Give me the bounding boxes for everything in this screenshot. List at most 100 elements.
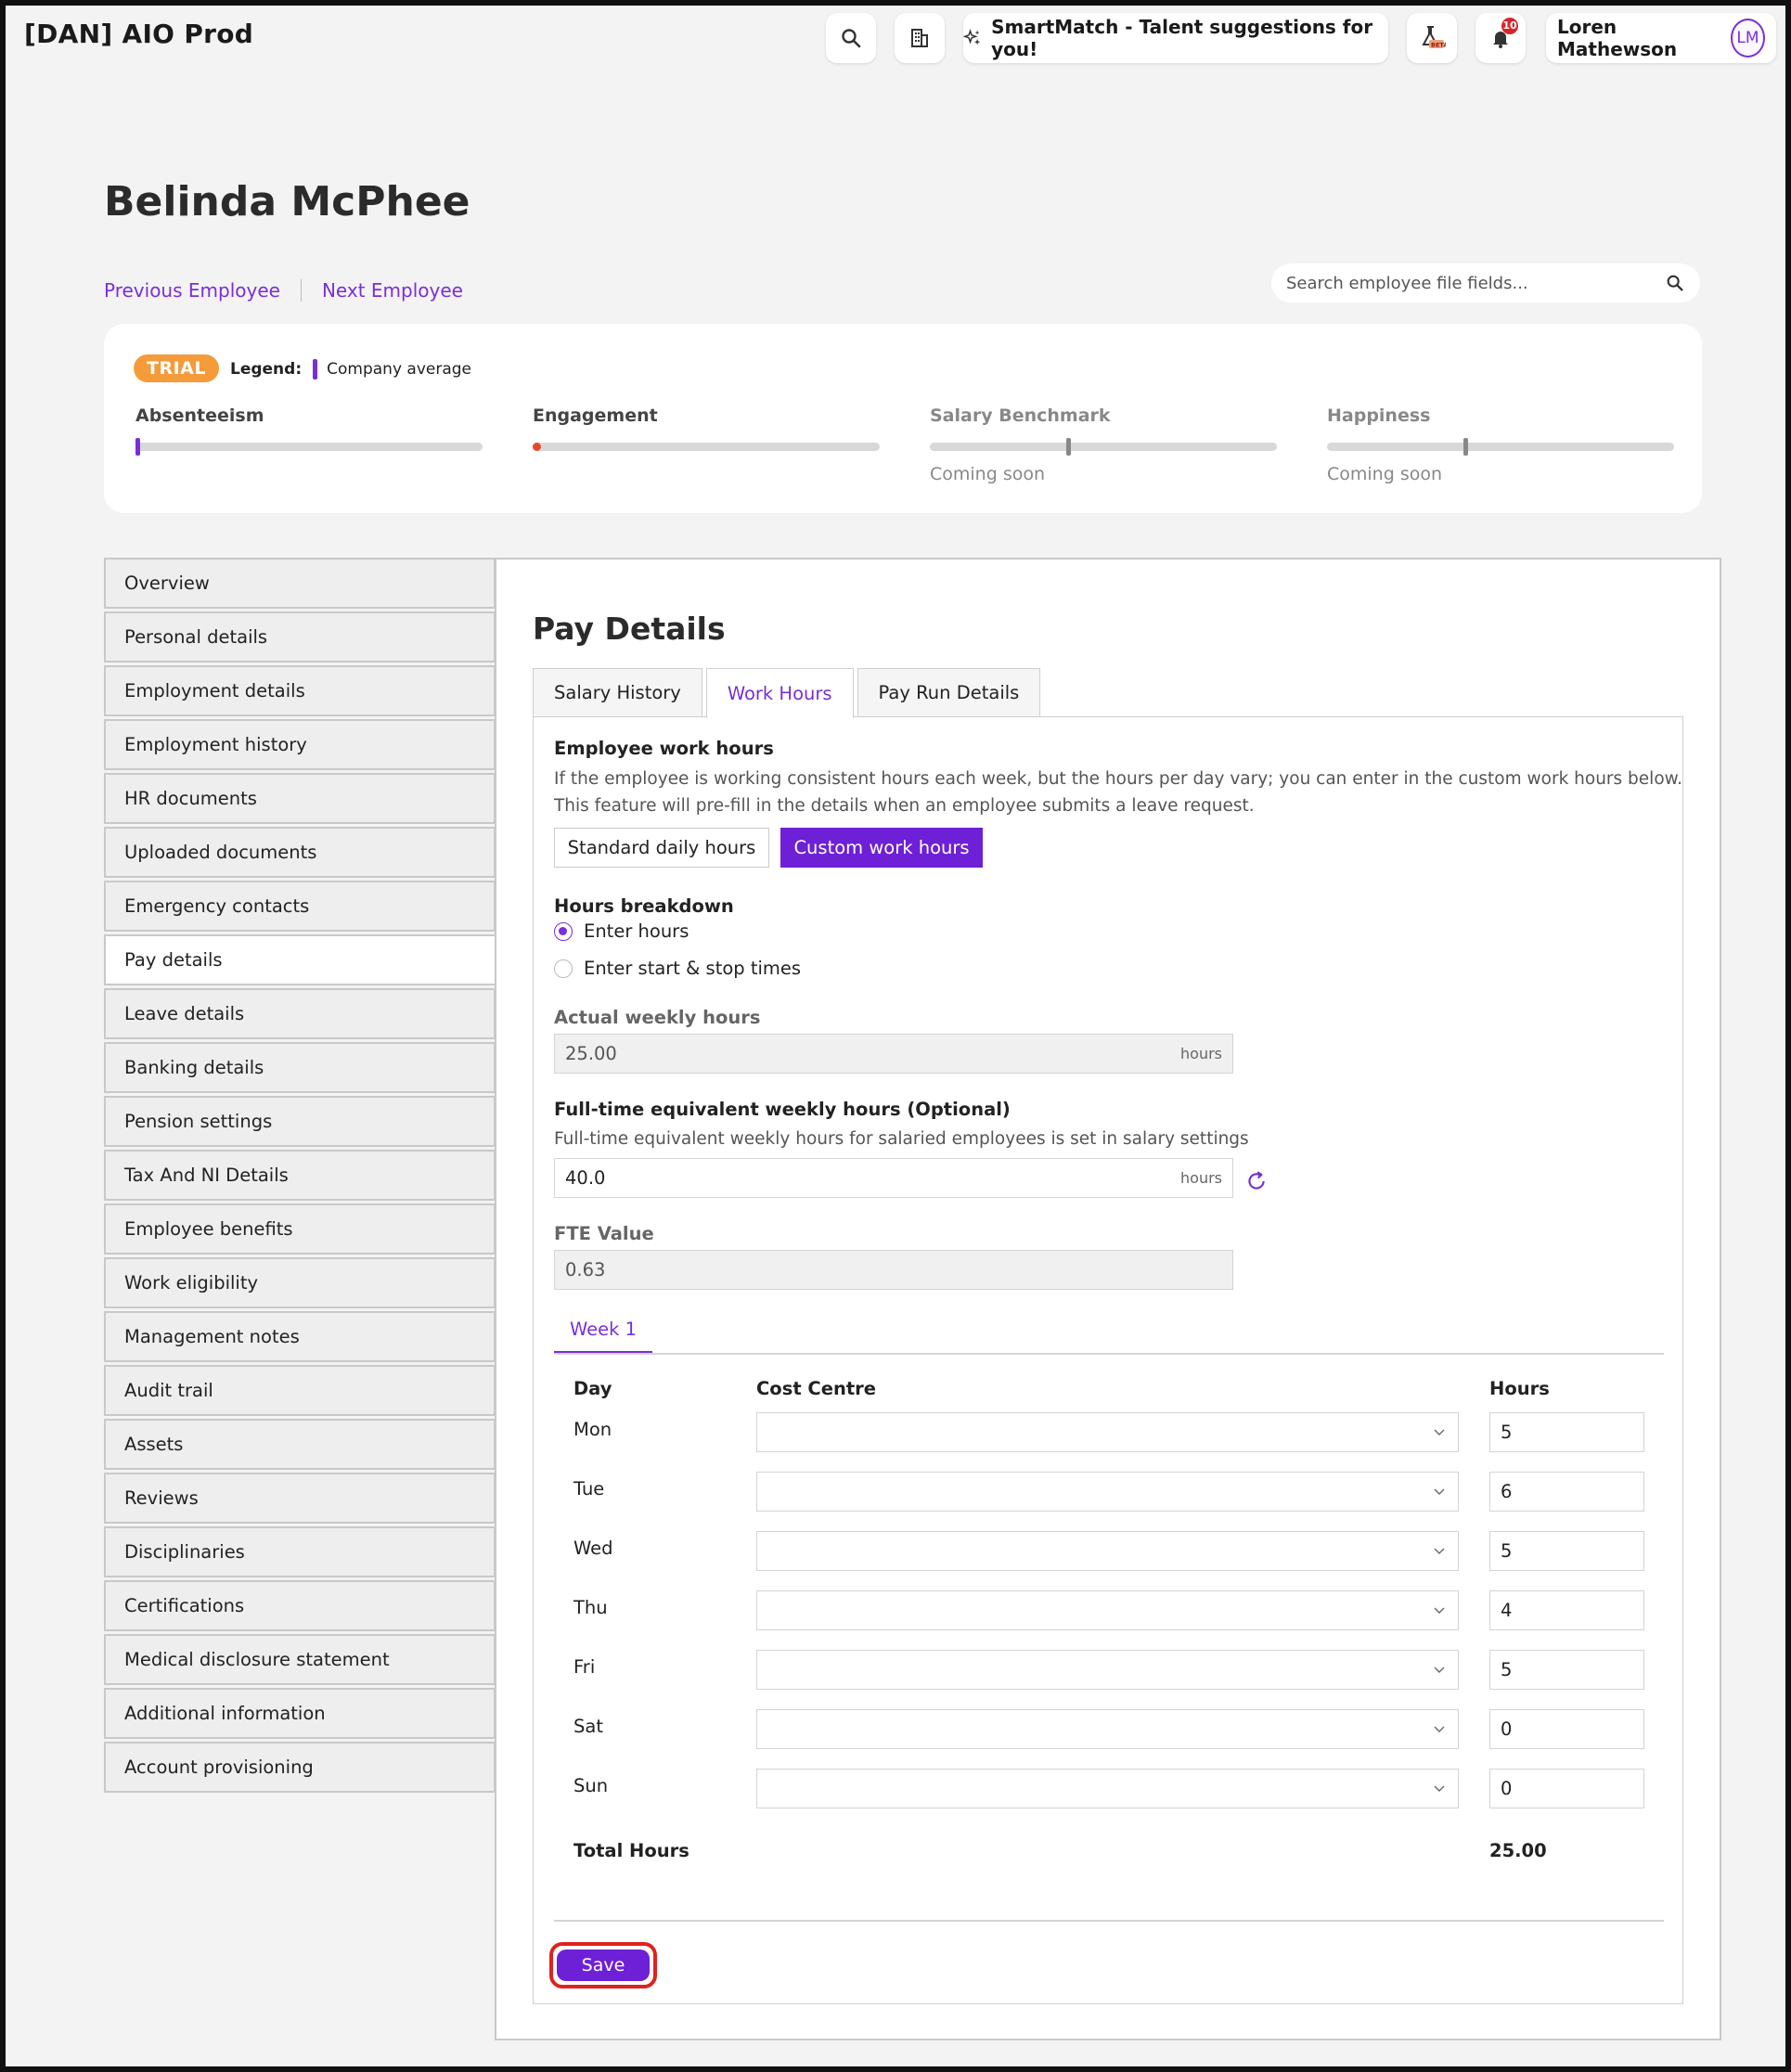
employee-navigation: Previous Employee Next Employee: [104, 279, 463, 302]
fte-weekly-hours-help: Full-time equivalent weekly hours for sa…: [554, 1129, 1249, 1149]
sidebar-item-account-provisioning[interactable]: Account provisioning: [104, 1742, 496, 1793]
sidebar-item-assets[interactable]: Assets: [104, 1419, 496, 1470]
notifications-count-badge: 10: [1501, 18, 1518, 34]
day-label-mon: Mon: [573, 1419, 612, 1440]
sidebar-item-work-eligibility[interactable]: Work eligibility: [104, 1257, 496, 1308]
radio-unselected-icon[interactable]: [554, 959, 573, 978]
pay-details-panel: Pay Details Salary History Work Hours Pa…: [495, 558, 1721, 2040]
tab-work-hours[interactable]: Work Hours: [705, 668, 854, 718]
sidebar-item-emergency-contacts[interactable]: Emergency contacts: [104, 881, 496, 932]
company-button[interactable]: [895, 13, 945, 63]
metric-note: Coming soon: [1327, 464, 1443, 484]
search-input[interactable]: [1286, 273, 1665, 293]
hours-input-tue[interactable]: 6: [1489, 1472, 1644, 1512]
beta-labs-button[interactable]: BETA: [1407, 13, 1457, 63]
hours-input-mon[interactable]: 5: [1489, 1412, 1644, 1452]
day-label-tue: Tue: [573, 1478, 605, 1499]
previous-employee-link[interactable]: Previous Employee: [104, 279, 280, 302]
sidebar-item-hr-documents[interactable]: HR documents: [104, 773, 496, 824]
employee-sections-sidebar: Overview Personal details Employment det…: [104, 558, 497, 1795]
cost-centre-select-wed[interactable]: [756, 1531, 1459, 1571]
radio-enter-hours[interactable]: Enter hours: [554, 920, 689, 942]
tab-week-1[interactable]: Week 1: [554, 1319, 652, 1353]
sparkle-icon: [963, 29, 981, 45]
cost-centre-select-thu[interactable]: [756, 1590, 1459, 1630]
company-average-marker: [1066, 438, 1071, 456]
total-hours-label: Total Hours: [573, 1840, 689, 1861]
metric-absenteeism: Absenteeism: [135, 405, 483, 456]
sidebar-item-employee-benefits[interactable]: Employee benefits: [104, 1203, 496, 1255]
search-icon[interactable]: [1665, 273, 1685, 293]
sidebar-item-medical-disclosure[interactable]: Medical disclosure statement: [104, 1634, 496, 1685]
chevron-down-icon: [1434, 1488, 1445, 1495]
metric-track: [135, 438, 483, 456]
sidebar-item-employment-history[interactable]: Employment history: [104, 719, 496, 770]
tab-pay-run-details[interactable]: Pay Run Details: [857, 668, 1041, 716]
refresh-icon[interactable]: [1244, 1169, 1269, 1193]
metric-engagement: Engagement: [533, 405, 880, 451]
save-button[interactable]: Save: [557, 1950, 650, 1981]
legend: Legend: Company average: [230, 359, 471, 380]
avatar: LM: [1730, 19, 1765, 58]
sidebar-item-pension-settings[interactable]: Pension settings: [104, 1096, 496, 1147]
sidebar-item-tax-and-ni-details[interactable]: Tax And NI Details: [104, 1150, 496, 1201]
hours-input-sat[interactable]: 0: [1489, 1709, 1644, 1749]
work-hours-help-1: If the employee is working consistent ho…: [554, 769, 1682, 789]
global-search-button[interactable]: [826, 13, 876, 63]
hours-input-thu[interactable]: 4: [1489, 1590, 1644, 1630]
actual-weekly-hours-value: 25.00: [565, 1043, 617, 1064]
user-menu[interactable]: Loren Mathewson LM: [1546, 13, 1776, 63]
sidebar-item-banking-details[interactable]: Banking details: [104, 1042, 496, 1093]
actual-weekly-hours-label: Actual weekly hours: [554, 1007, 761, 1028]
sidebar-item-audit-trail[interactable]: Audit trail: [104, 1365, 496, 1416]
metric-value-dot: [533, 443, 541, 451]
cost-centre-select-mon[interactable]: [756, 1412, 1459, 1452]
sidebar-item-pay-details[interactable]: Pay details: [104, 934, 497, 985]
cost-centre-select-tue[interactable]: [756, 1472, 1459, 1512]
chevron-down-icon: [1434, 1607, 1445, 1614]
radio-label: Enter start & stop times: [584, 958, 802, 979]
sidebar-item-uploaded-documents[interactable]: Uploaded documents: [104, 827, 496, 878]
radio-start-stop-times[interactable]: Enter start & stop times: [554, 958, 801, 979]
metric-label: Happiness: [1327, 405, 1431, 426]
divider: [554, 1920, 1664, 1922]
cost-centre-select-sat[interactable]: [756, 1709, 1459, 1749]
tab-salary-history[interactable]: Salary History: [533, 668, 702, 716]
sidebar-item-reviews[interactable]: Reviews: [104, 1473, 496, 1524]
hours-input-fri[interactable]: 5: [1489, 1650, 1644, 1690]
standard-daily-hours-button[interactable]: Standard daily hours: [554, 828, 769, 868]
day-label-wed: Wed: [573, 1538, 613, 1559]
metric-label: Engagement: [533, 405, 658, 426]
sidebar-item-overview[interactable]: Overview: [104, 558, 496, 609]
radio-label: Enter hours: [584, 920, 689, 942]
day-label-sun: Sun: [573, 1775, 609, 1796]
custom-work-hours-button[interactable]: Custom work hours: [780, 828, 983, 868]
sidebar-item-disciplinaries[interactable]: Disciplinaries: [104, 1526, 496, 1577]
sidebar-item-additional-information[interactable]: Additional information: [104, 1688, 496, 1739]
sidebar-item-employment-details[interactable]: Employment details: [104, 665, 496, 716]
building-icon: [911, 29, 928, 47]
cost-centre-select-sun[interactable]: [756, 1769, 1459, 1808]
company-average-marker: [1463, 438, 1468, 456]
hours-input-sun[interactable]: 0: [1489, 1769, 1644, 1808]
sidebar-item-management-notes[interactable]: Management notes: [104, 1311, 496, 1362]
employee-file-search: [1271, 264, 1700, 302]
sidebar-item-leave-details[interactable]: Leave details: [104, 988, 496, 1039]
smartmatch-label: SmartMatch - Talent suggestions for you!: [991, 16, 1373, 60]
top-bar: [DAN] AIO Prod SmartMatch - Talent sugge…: [6, 6, 1785, 71]
smartmatch-button[interactable]: SmartMatch - Talent suggestions for you!: [963, 13, 1388, 63]
hours-input-wed[interactable]: 5: [1489, 1531, 1644, 1571]
next-employee-link[interactable]: Next Employee: [322, 279, 463, 302]
work-hours-content: Employee work hours If the employee is w…: [533, 716, 1683, 2004]
sidebar-item-personal-details[interactable]: Personal details: [104, 611, 496, 663]
actual-weekly-hours-field: 25.00 hours: [554, 1034, 1233, 1074]
sidebar-item-certifications[interactable]: Certifications: [104, 1580, 496, 1631]
save-button-highlight: Save: [549, 1942, 657, 1988]
fte-weekly-hours-input[interactable]: 40.0 hours: [554, 1158, 1233, 1198]
cost-centre-select-fri[interactable]: [756, 1650, 1459, 1690]
pay-tabs: Salary History Work Hours Pay Run Detail…: [533, 668, 1044, 718]
notifications-button[interactable]: 10: [1475, 13, 1526, 63]
metric-track: [930, 438, 1277, 456]
radio-selected-icon[interactable]: [554, 921, 573, 941]
search-icon: [842, 29, 861, 48]
